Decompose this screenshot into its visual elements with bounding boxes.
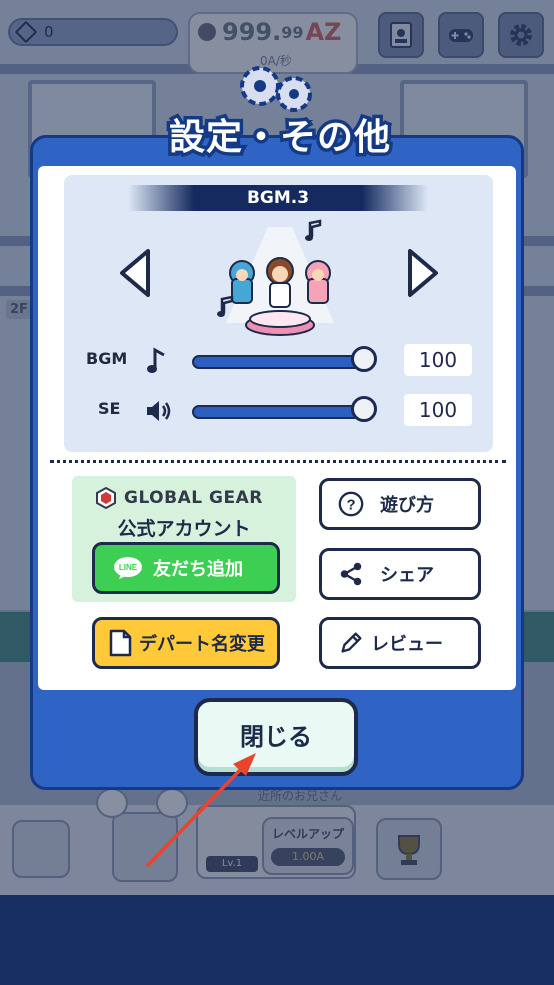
track-name: BGM.3 xyxy=(246,188,310,208)
review-label: レビュー xyxy=(371,634,443,655)
bgm-volume-row: BGM 100 xyxy=(64,341,493,381)
line-icon: LINE xyxy=(114,557,142,579)
se-label: SE xyxy=(98,399,121,418)
how-to-play-button[interactable]: ? 遊び方 xyxy=(319,478,481,530)
review-button[interactable]: レビュー xyxy=(319,617,481,669)
dialog-title-area: 設定・その他 xyxy=(160,58,400,163)
bgm-volume-slider[interactable] xyxy=(192,355,364,369)
se-volume-row: SE 100 xyxy=(64,391,493,431)
line-badge-text: LINE xyxy=(119,563,138,572)
rename-department-button[interactable]: デパート名変更 xyxy=(92,617,280,669)
track-name-bar: BGM.3 xyxy=(128,185,428,211)
arrow-right-icon xyxy=(408,249,438,297)
music-note-icon xyxy=(147,347,165,373)
official-account-box: GLOBAL GEAR 公式アカウント LINE 友だち追加 xyxy=(72,476,296,602)
bgm-label: BGM xyxy=(86,349,128,368)
company-name: GLOBAL GEAR xyxy=(124,488,263,508)
performers-illustration xyxy=(226,227,334,336)
rename-department-label: デパート名変更 xyxy=(139,634,265,655)
close-button[interactable]: 閉じる xyxy=(194,698,358,776)
se-volume-value: 100 xyxy=(404,394,472,426)
how-to-play-label: 遊び方 xyxy=(380,495,434,516)
speaker-icon xyxy=(147,401,171,421)
company-logo: GLOBAL GEAR xyxy=(94,486,263,510)
previous-track-button[interactable] xyxy=(116,247,154,299)
music-note-icon xyxy=(217,295,234,317)
add-friend-button[interactable]: LINE 友だち追加 xyxy=(92,542,280,594)
question-icon: ? xyxy=(336,489,366,519)
official-account-label: 公式アカウント xyxy=(117,518,251,540)
music-note-icon xyxy=(305,219,322,241)
document-icon xyxy=(109,629,132,657)
pencil-icon xyxy=(336,628,366,658)
se-volume-handle[interactable] xyxy=(351,396,377,422)
share-label: シェア xyxy=(380,565,434,586)
svg-text:?: ? xyxy=(346,497,355,514)
bgm-volume-value: 100 xyxy=(404,344,472,376)
se-volume-slider[interactable] xyxy=(192,405,364,419)
share-button[interactable]: シェア xyxy=(319,548,481,600)
sound-settings-panel: BGM.3 BGM 100 SE 100 xyxy=(64,175,493,452)
add-friend-label: 友だち追加 xyxy=(153,559,243,580)
bgm-volume-handle[interactable] xyxy=(351,346,377,372)
share-icon xyxy=(336,559,366,589)
section-divider xyxy=(50,460,506,463)
dialog-title: 設定・その他 xyxy=(165,114,393,162)
arrow-left-icon xyxy=(120,249,150,297)
global-gear-logo-icon xyxy=(96,486,116,510)
next-track-button[interactable] xyxy=(404,247,442,299)
